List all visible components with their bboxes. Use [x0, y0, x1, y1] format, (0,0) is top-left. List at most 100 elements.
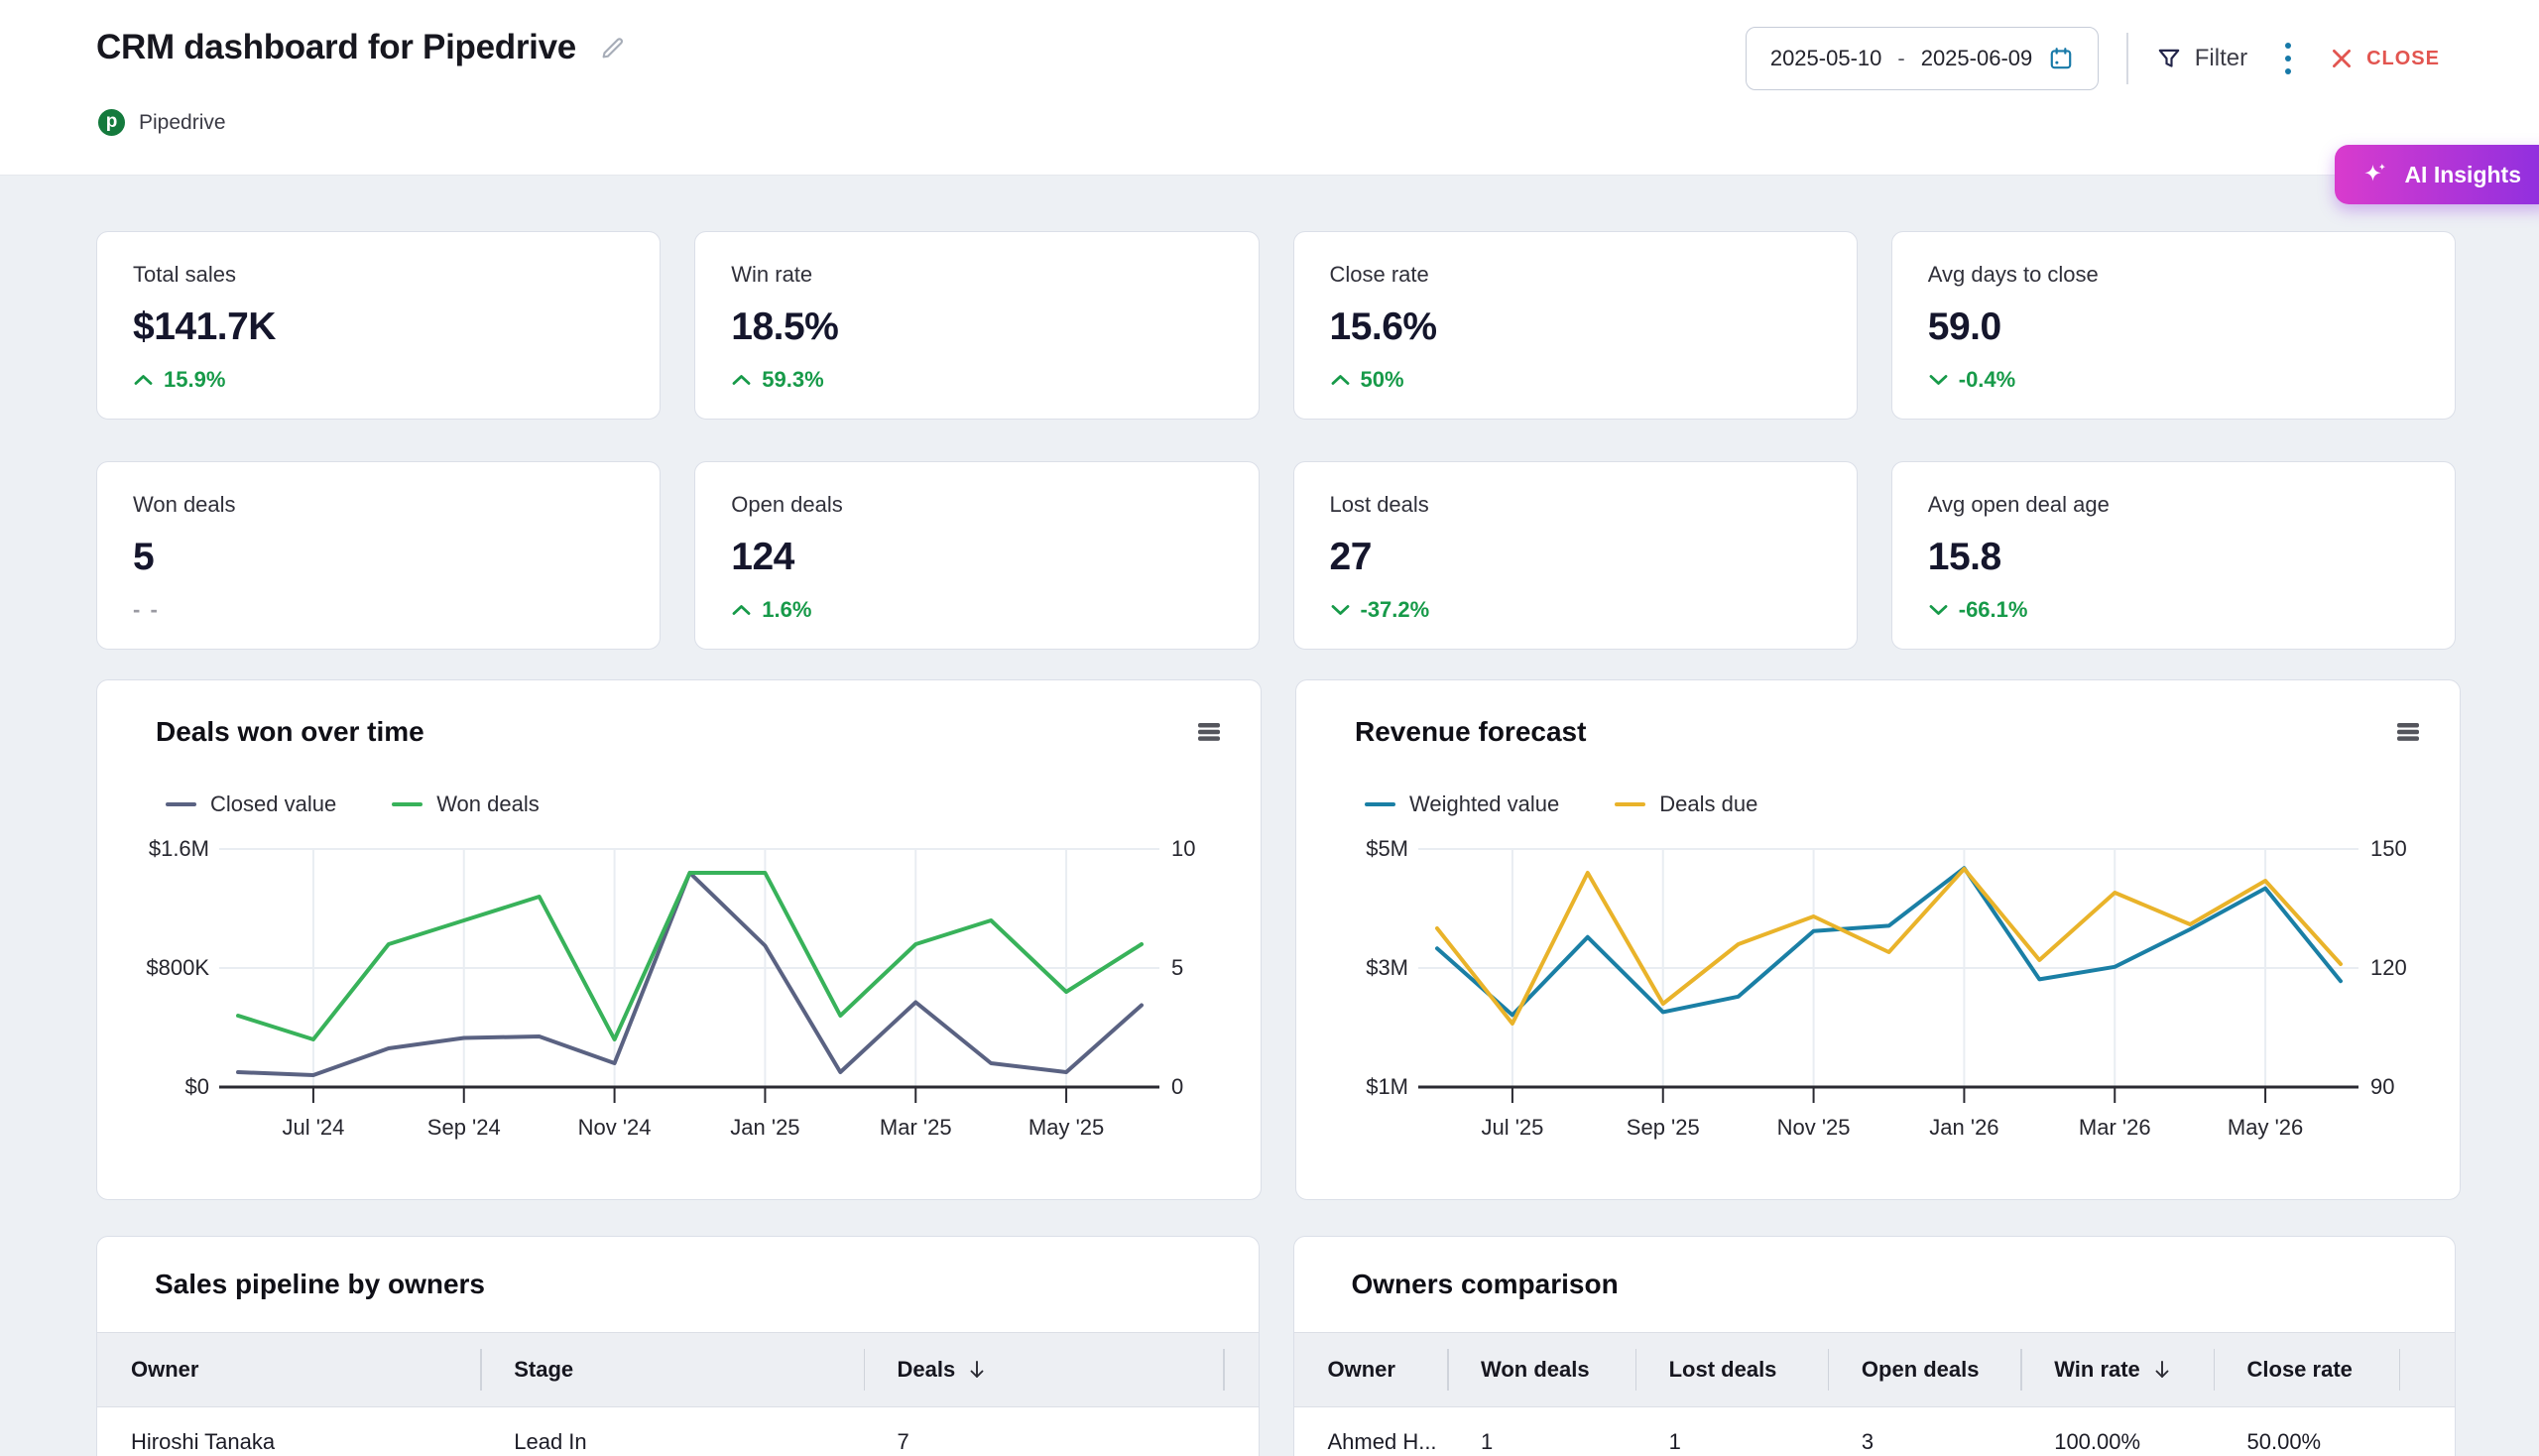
table-row[interactable]: Hiroshi TanakaLead In7: [97, 1407, 1259, 1455]
line-chart: Jul '24Sep '24Nov '24Jan '25Mar '25May '…: [132, 833, 1226, 1157]
date-separator: -: [1897, 46, 1904, 71]
column-header-label: Open deals: [1862, 1357, 1980, 1383]
kpi-card-total-sales[interactable]: Total sales $141.7K 15.9%: [96, 231, 661, 420]
svg-text:$5M: $5M: [1366, 836, 1408, 861]
legend-item-deals-due[interactable]: Deals due: [1615, 791, 1757, 817]
column-header-close-rate[interactable]: Close rate: [2214, 1333, 2399, 1406]
table-title: Owners comparison: [1352, 1269, 2456, 1300]
trend-up-icon: [731, 603, 752, 617]
table-row[interactable]: Ahmed H...113100.00%50.00%: [1294, 1407, 2456, 1455]
trend-up-icon: [731, 373, 752, 387]
calendar-icon: [2048, 46, 2074, 71]
ai-insights-label: AI Insights: [2404, 162, 2521, 188]
kpi-delta: 59.3%: [731, 367, 1222, 393]
kpi-value: 15.8: [1928, 536, 2419, 579]
kpi-delta: 15.9%: [133, 367, 624, 393]
table-cell: 50.00%: [2214, 1429, 2399, 1455]
chart-menu-icon[interactable]: [2394, 720, 2422, 749]
kpi-delta: -37.2%: [1330, 597, 1821, 623]
table-cell: 1: [1635, 1429, 1828, 1455]
kpi-delta-value: -66.1%: [1959, 597, 2028, 623]
kpi-delta-value: - -: [133, 597, 160, 623]
legend-label: Won deals: [436, 791, 540, 817]
table-header-row: Owner Stage Deals: [97, 1332, 1259, 1407]
legend-label: Closed value: [210, 791, 336, 817]
kpi-delta-value: -0.4%: [1959, 367, 2015, 393]
close-button[interactable]: CLOSE: [2329, 46, 2440, 71]
date-start: 2025-05-10: [1770, 46, 1882, 71]
close-label: CLOSE: [2366, 48, 2440, 70]
kpi-card-lost-deals[interactable]: Lost deals27-37.2%: [1293, 461, 1858, 650]
kpi-delta-value: 50%: [1361, 367, 1404, 393]
svg-text:Jul '24: Jul '24: [282, 1115, 344, 1140]
svg-text:May '25: May '25: [1028, 1115, 1104, 1140]
kpi-card-open-deals[interactable]: Open deals 124 1.6%: [694, 461, 1259, 650]
kpi-label: Total sales: [133, 262, 624, 288]
page-title: CRM dashboard for Pipedrive: [96, 28, 576, 67]
kpi-card-avg-days-to-close[interactable]: Avg days to close59.0-0.4%: [1891, 231, 2456, 420]
kpi-delta-value: 59.3%: [762, 367, 823, 393]
kpi-delta-value: 1.6%: [762, 597, 811, 623]
svg-text:Sep '25: Sep '25: [1627, 1115, 1700, 1140]
kpi-value: 5: [133, 536, 624, 579]
kpi-card-avg-open-deal-age[interactable]: Avg open deal age 15.8 -66.1%: [1891, 461, 2456, 650]
svg-text:Jan '25: Jan '25: [730, 1115, 799, 1140]
kpi-delta-value: 15.9%: [164, 367, 225, 393]
kpi-card-close-rate[interactable]: Close rate15.6%50%: [1293, 231, 1858, 420]
column-header-won-deals[interactable]: Won deals: [1447, 1333, 1635, 1406]
kpi-delta: -0.4%: [1928, 367, 2419, 393]
svg-text:$1M: $1M: [1366, 1074, 1408, 1099]
column-header-label: Deals: [898, 1357, 956, 1383]
kpi-card-won-deals[interactable]: Won deals5- -: [96, 461, 661, 650]
ai-insights-button[interactable]: AI Insights: [2335, 145, 2539, 204]
kpi-delta: - -: [133, 597, 624, 623]
column-header-owner[interactable]: Owner: [1294, 1333, 1448, 1406]
kpi-value: 124: [731, 536, 1222, 579]
kpi-label: Open deals: [731, 492, 1222, 518]
more-options-button[interactable]: [2275, 37, 2301, 80]
column-header-win-rate[interactable]: Win rate: [2020, 1333, 2213, 1406]
svg-text:May '26: May '26: [2228, 1115, 2303, 1140]
column-header-label: Owner: [131, 1357, 198, 1383]
charts-row: Deals won over time Closed valueWon deal…: [96, 679, 2456, 1200]
kpi-value: $141.7K: [133, 305, 624, 349]
kpi-label: Avg open deal age: [1928, 492, 2419, 518]
svg-text:Nov '25: Nov '25: [1777, 1115, 1851, 1140]
column-header-lost-deals[interactable]: Lost deals: [1635, 1333, 1828, 1406]
trend-down-icon: [1928, 373, 1949, 387]
date-range-picker[interactable]: 2025-05-10 - 2025-06-09: [1746, 27, 2099, 90]
column-header-stage[interactable]: Stage: [480, 1333, 863, 1406]
legend-swatch-icon: [166, 802, 196, 807]
table-cell: 3: [1828, 1429, 2020, 1455]
sort-desc-icon: [967, 1359, 987, 1381]
kpi-value: 18.5%: [731, 305, 1222, 349]
table-cell: 100.00%: [2020, 1429, 2213, 1455]
legend-swatch-icon: [392, 802, 423, 807]
table-cell: 7: [864, 1429, 1224, 1455]
funnel-icon: [2156, 46, 2182, 71]
table-cell: Lead In: [480, 1429, 863, 1455]
legend-item-closed-value[interactable]: Closed value: [166, 791, 336, 817]
legend-item-won-deals[interactable]: Won deals: [392, 791, 540, 817]
chart-menu-icon[interactable]: [1195, 720, 1223, 749]
column-header-deals[interactable]: Deals: [864, 1333, 1224, 1406]
column-header-stub: [2399, 1333, 2455, 1406]
legend-label: Weighted value: [1409, 791, 1559, 817]
table-title: Sales pipeline by owners: [155, 1269, 1259, 1300]
legend-item-weighted-value[interactable]: Weighted value: [1365, 791, 1559, 817]
kpi-grid: Total sales $141.7K 15.9% Win rate 18.5% 59.3…: [96, 231, 2456, 650]
svg-text:5: 5: [1171, 955, 1183, 980]
edit-title-icon[interactable]: [598, 33, 628, 62]
column-header-open-deals[interactable]: Open deals: [1828, 1333, 2020, 1406]
table-cell: Ahmed H...: [1294, 1429, 1448, 1455]
kpi-card-win-rate[interactable]: Win rate 18.5% 59.3%: [694, 231, 1259, 420]
svg-text:Jul '25: Jul '25: [1481, 1115, 1543, 1140]
trend-up-icon: [1330, 373, 1351, 387]
data-source: p Pipedrive: [98, 109, 226, 136]
filter-button[interactable]: Filter: [2156, 45, 2247, 72]
sales-pipeline-by-owners-panel: Sales pipeline by owners Owner Stage Deals…: [96, 1236, 1260, 1456]
kpi-label: Win rate: [731, 262, 1222, 288]
svg-text:Jan '26: Jan '26: [1929, 1115, 1998, 1140]
dashboard-body: Total sales $141.7K 15.9% Win rate 18.5% 59.3…: [0, 176, 2539, 1456]
column-header-owner[interactable]: Owner: [97, 1333, 480, 1406]
